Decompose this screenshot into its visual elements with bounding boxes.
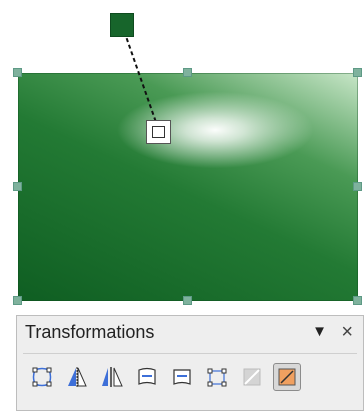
toolbar-title: Transformations (25, 322, 155, 342)
selection-handle-bottom-center[interactable] (183, 296, 192, 305)
circle-slant-icon (173, 369, 191, 385)
circle-perspective-icon (138, 367, 156, 385)
rotate-3d-icon (102, 367, 123, 387)
selection-handle-bottom-left[interactable] (13, 296, 22, 305)
selection-handle-bottom-right[interactable] (353, 296, 362, 305)
toolbar-menu-button[interactable]: ▼ (312, 324, 327, 340)
gradient-icon (278, 368, 296, 386)
selection-handle-top-center[interactable] (183, 68, 192, 77)
selection-handle-middle-right[interactable] (353, 182, 362, 191)
selection-handle-top-left[interactable] (13, 68, 22, 77)
gradient-tool[interactable] (273, 363, 301, 391)
set-in-circle-perspective-tool[interactable] (133, 363, 161, 391)
distort-tool[interactable] (203, 363, 231, 391)
triangle-down-icon: ▼ (312, 323, 327, 340)
transparency-tool (238, 363, 266, 391)
points-icon (32, 367, 52, 387)
selection-handle-middle-left[interactable] (13, 182, 22, 191)
points-tool[interactable] (28, 363, 56, 391)
mirror-icon (68, 367, 87, 387)
gradient-rectangle[interactable] (18, 73, 358, 301)
toolbar-divider (23, 353, 357, 354)
transformations-toolbar: Transformations ▼ × (16, 315, 364, 411)
gradient-end-handle[interactable] (146, 120, 171, 144)
in-3d-rotation-object-tool[interactable] (98, 363, 126, 391)
transparency-icon (243, 368, 261, 386)
distort-icon (207, 368, 227, 387)
set-in-circle-slant-tool[interactable] (168, 363, 196, 391)
toolbar-close-button[interactable]: × (341, 320, 353, 344)
selection-handle-top-right[interactable] (353, 68, 362, 77)
mirror-tool[interactable] (63, 363, 91, 391)
gradient-start-handle[interactable] (110, 13, 134, 37)
